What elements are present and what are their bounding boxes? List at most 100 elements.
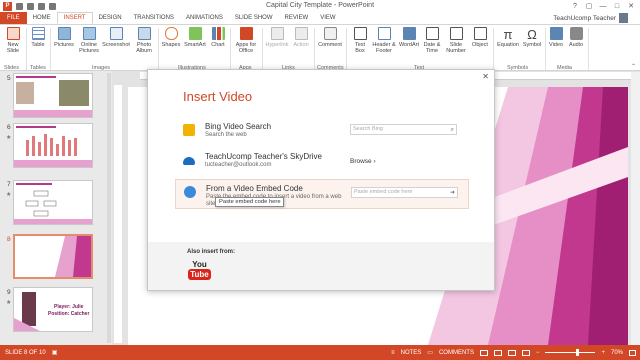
text-box-button[interactable]: Text Box — [349, 27, 371, 54]
slide-thumbnail-6[interactable] — [13, 123, 93, 168]
screenshot-button[interactable]: Screenshot — [101, 27, 131, 48]
hyperlink-button[interactable]: Hyperlink — [264, 27, 290, 48]
slide-show-view-icon[interactable] — [521, 349, 530, 356]
comment-button[interactable]: Comment — [316, 27, 344, 48]
new-slide-button[interactable]: New Slide — [2, 27, 24, 54]
shapes-button[interactable]: Shapes — [160, 27, 182, 48]
table-button[interactable]: Table — [28, 27, 48, 48]
tab-home[interactable]: HOME — [27, 12, 57, 24]
slide-number-button[interactable]: Slide Number — [443, 27, 469, 54]
comments-icon[interactable]: ▭ — [427, 349, 433, 356]
object-button[interactable]: Object — [469, 27, 491, 48]
ribbon-display-button[interactable]: ▢ — [582, 0, 596, 12]
group-separator — [26, 28, 27, 70]
smartart-button[interactable]: SmartArt — [182, 27, 208, 48]
group-separator — [346, 28, 347, 70]
date-time-button[interactable]: Date & Time — [421, 27, 443, 54]
online-pictures-icon — [82, 27, 96, 40]
spelling-check-icon[interactable]: ▣ — [52, 349, 58, 356]
maximize-button[interactable]: □ — [610, 0, 624, 12]
editor-scrollbar[interactable] — [631, 72, 640, 345]
tab-insert[interactable]: INSERT — [56, 12, 93, 24]
tab-slide-show[interactable]: SLIDE SHOW — [229, 12, 279, 24]
skydrive-cloud-icon — [183, 157, 195, 165]
group-separator — [262, 28, 263, 70]
video-button[interactable]: Video — [547, 27, 565, 48]
zoom-level[interactable]: 70% — [611, 350, 623, 356]
reading-view-icon[interactable] — [507, 349, 516, 356]
slide-5-preview — [14, 76, 92, 117]
youtube-you-text: You — [192, 260, 207, 269]
embed-code-placeholder: Paste embed code here — [354, 189, 413, 195]
apps-for-office-button[interactable]: Apps for Office — [232, 27, 260, 54]
object-icon — [473, 27, 487, 40]
zoom-slider-thumb[interactable] — [576, 349, 580, 356]
speaker-icon — [569, 27, 583, 40]
slide-thumbnail-8-selected[interactable] — [13, 234, 93, 279]
action-icon — [294, 27, 308, 40]
close-button[interactable]: ✕ — [624, 0, 638, 12]
hyperlink-icon — [270, 27, 284, 40]
youtube-icon[interactable]: You Tube — [188, 260, 211, 284]
notes-button[interactable]: NOTES — [401, 350, 422, 356]
user-name: TeachUcomp Teacher — [553, 14, 616, 22]
insert-video-dialog: ✕ Insert Video Bing Video Search Search … — [147, 69, 495, 291]
zoom-out-button[interactable]: − — [536, 350, 540, 356]
search-icon[interactable]: ⌕ — [451, 126, 454, 135]
group-separator — [230, 28, 231, 70]
smartart-icon — [188, 27, 202, 40]
also-insert-label: Also insert from: — [187, 249, 236, 255]
option-title: From a Video Embed Code — [206, 184, 303, 193]
tab-design[interactable]: DESIGN — [93, 12, 128, 24]
tab-view[interactable]: VIEW — [314, 12, 341, 24]
symbol-button[interactable]: Ω Symbol — [522, 27, 542, 48]
action-button[interactable]: Action — [290, 27, 312, 48]
globe-icon — [184, 186, 196, 198]
screenshot-icon — [109, 27, 123, 40]
pictures-icon — [57, 27, 71, 40]
tab-transitions[interactable]: TRANSITIONS — [128, 12, 180, 24]
youtube-tube-text: Tube — [188, 269, 211, 280]
fit-slide-icon[interactable] — [629, 349, 636, 356]
notes-icon[interactable]: ≡ — [391, 350, 395, 356]
dialog-close-button[interactable]: ✕ — [482, 72, 489, 81]
thumbnail-scrollbar[interactable] — [107, 73, 111, 343]
bing-search-input[interactable]: Search Bing ⌕ — [350, 124, 457, 135]
audio-button[interactable]: Audio — [567, 27, 585, 48]
normal-view-icon[interactable] — [479, 349, 488, 356]
bing-video-search-option[interactable]: Bing Video Search Search the web Search … — [175, 118, 469, 148]
option-subtitle: tucteacher@outlook.com — [205, 162, 272, 168]
slide-count-indicator: SLIDE 8 OF 10 — [5, 349, 46, 356]
tab-file[interactable]: FILE — [0, 12, 27, 24]
thumbnail-position-text: Position: Catcher — [48, 311, 90, 317]
embed-code-input[interactable]: Paste embed code here ➜ — [351, 187, 458, 198]
skydrive-option[interactable]: TeachUcomp Teacher's SkyDrive tucteacher… — [175, 148, 469, 178]
zoom-in-button[interactable]: + — [601, 350, 605, 356]
slide-thumbnail-9[interactable]: Player: Julie Position: Catcher — [13, 287, 93, 332]
insert-arrow-icon[interactable]: ➜ — [450, 189, 455, 198]
slide-sorter-view-icon[interactable] — [493, 349, 502, 356]
tab-animations[interactable]: ANIMATIONS — [180, 12, 229, 24]
animation-marker-icon: ★ — [6, 135, 12, 141]
minimize-button[interactable]: — — [596, 0, 610, 12]
header-footer-icon — [377, 27, 391, 40]
table-icon — [31, 27, 45, 40]
slide-thumbnail-5[interactable] — [13, 73, 93, 118]
thumbnail-number: 6 — [7, 124, 11, 131]
help-button[interactable]: ? — [568, 0, 582, 12]
user-account[interactable]: TeachUcomp Teacher — [553, 12, 628, 24]
pictures-button[interactable]: Pictures — [52, 27, 76, 48]
comments-button[interactable]: COMMENTS — [439, 350, 474, 356]
zoom-slider[interactable] — [545, 349, 596, 356]
slide-thumbnail-7[interactable] — [13, 180, 93, 225]
photo-album-button[interactable]: Photo Album — [132, 27, 156, 54]
equation-button[interactable]: π Equation — [494, 27, 522, 48]
wordart-button[interactable]: WordArt — [397, 27, 421, 48]
online-pictures-button[interactable]: Online Pictures — [77, 27, 101, 54]
header-footer-button[interactable]: Header & Footer — [371, 27, 397, 54]
skydrive-browse-link[interactable]: Browse › — [350, 158, 376, 165]
tab-review[interactable]: REVIEW — [279, 12, 315, 24]
shapes-icon — [164, 27, 178, 40]
collapse-ribbon-icon[interactable]: ⌃ — [631, 63, 636, 70]
chart-button[interactable]: Chart — [208, 27, 228, 48]
